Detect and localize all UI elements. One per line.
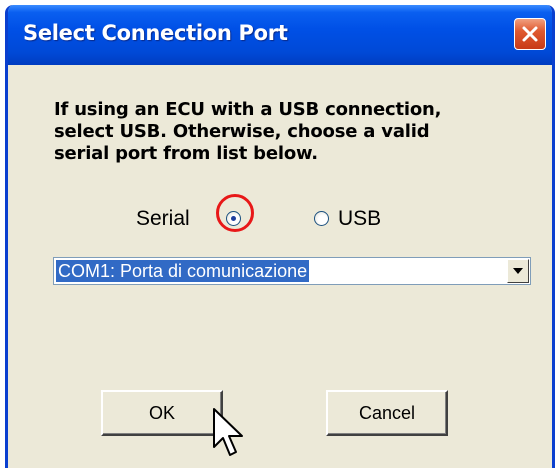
cancel-button[interactable]: Cancel: [326, 390, 448, 436]
window-title: Select Connection Port: [23, 21, 288, 45]
select-connection-port-dialog: Select Connection Port If using an ECU w…: [5, 5, 555, 468]
instructions-line-1: If using an ECU with a USB connection,: [54, 99, 442, 120]
arrow-pointer-icon: [213, 408, 243, 456]
instructions-line-2: select USB. Otherwise, choose a valid: [54, 121, 430, 142]
close-button[interactable]: [514, 18, 546, 50]
close-x-icon: [522, 26, 538, 42]
usb-radio-label[interactable]: USB: [338, 207, 381, 231]
serial-radio-label[interactable]: Serial: [136, 207, 190, 231]
highlight-circle: [216, 194, 254, 232]
port-select-dropdown-button[interactable]: [507, 259, 529, 283]
ok-button[interactable]: OK: [101, 390, 223, 436]
title-bar[interactable]: Select Connection Port: [8, 5, 552, 65]
port-select[interactable]: COM1: Porta di comunicazione: [53, 257, 531, 285]
instructions-text: If using an ECU with a USB connection, s…: [54, 99, 524, 165]
port-select-value: COM1: Porta di comunicazione: [56, 260, 310, 282]
usb-radio[interactable]: [314, 211, 329, 226]
chevron-down-icon: [513, 268, 523, 274]
instructions-line-3: serial port from list below.: [54, 143, 318, 164]
connection-type-group: Serial USB: [8, 202, 552, 236]
